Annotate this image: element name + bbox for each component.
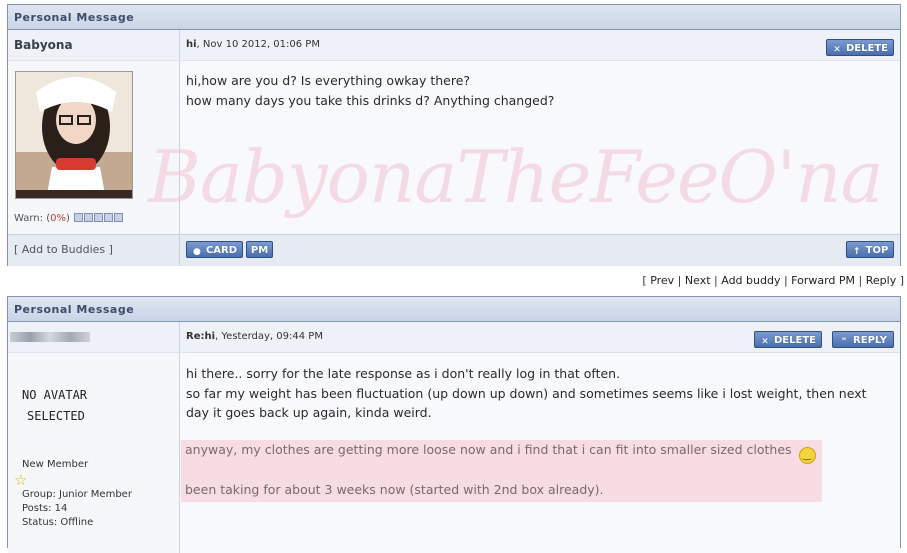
post-title: hi, Nov 10 2012, 01:06 PM — [186, 39, 320, 50]
quote-icon: " — [841, 337, 847, 347]
username[interactable]: Babyona — [14, 38, 73, 52]
warn-box — [104, 213, 114, 222]
delete-button[interactable]: ✕ DELETE — [754, 331, 822, 348]
avatar-image — [16, 72, 132, 198]
arrow-up-icon: ↑ — [852, 247, 861, 257]
pm-header: Personal Message — [8, 297, 900, 322]
blurred-username — [10, 332, 90, 342]
no-avatar-placeholder: NO AVATAR SELECTED — [22, 388, 88, 423]
post-title-row: Re:hi, Yesterday, 09:44 PM ✕ DELETE " REPL… — [8, 322, 900, 353]
user-cell — [8, 322, 180, 352]
avatar — [15, 71, 133, 199]
next-link[interactable]: Next — [685, 274, 711, 287]
warn-level: Warn: (0%) — [14, 213, 124, 224]
warn-box — [74, 213, 84, 222]
pm-header: Personal Message — [8, 5, 900, 30]
add-to-buddies-link[interactable]: [ Add to Buddies ] — [14, 243, 113, 256]
pm-navigation: [ Prev | Next | Add buddy | Forward PM |… — [642, 274, 904, 287]
reply-button[interactable]: " REPLY — [832, 331, 894, 348]
close-icon: ✕ — [833, 45, 841, 55]
member-rank: New Member — [22, 459, 89, 470]
pm-post-2: Personal Message Re:hi, Yesterday, 09:44… — [7, 296, 901, 553]
top-button[interactable]: ↑ TOP — [846, 241, 894, 258]
prev-link[interactable]: Prev — [650, 274, 674, 287]
message-text: hi there.. sorry for the late response a… — [186, 366, 867, 420]
smiley-icon: ‿ — [798, 447, 816, 464]
post-footer: [ Add to Buddies ] ● CARD PM ↑ TOP — [8, 234, 900, 266]
pm-post-1: Personal Message Babyona hi, Nov 10 2012… — [7, 4, 901, 266]
card-button[interactable]: ● CARD — [186, 241, 243, 258]
footer-left: [ Add to Buddies ] — [8, 235, 180, 266]
warn-box — [84, 213, 94, 222]
post-title: Re:hi, Yesterday, 09:44 PM — [186, 331, 323, 342]
quote-line-1: anyway, my clothes are getting more loos… — [185, 442, 816, 464]
user-icon: ● — [193, 247, 201, 257]
post-title-row: Babyona hi, Nov 10 2012, 01:06 PM ✕ DELET… — [8, 30, 900, 61]
user-cell: Babyona — [8, 30, 180, 60]
member-status: Status: Offline — [22, 517, 94, 528]
member-posts: Posts: 14 — [22, 503, 68, 514]
warn-box — [94, 213, 104, 222]
add-buddy-link[interactable]: Add buddy — [721, 274, 780, 287]
member-group: Group: Junior Member — [22, 489, 132, 500]
warn-box — [114, 213, 124, 222]
quote-line-2: been taking for about 3 weeks now (start… — [185, 482, 604, 497]
close-icon: ✕ — [761, 337, 769, 347]
delete-button[interactable]: ✕ DELETE — [826, 39, 894, 56]
pm-button[interactable]: PM — [246, 241, 273, 258]
star-icon: ☆ — [14, 471, 28, 489]
reply-link[interactable]: Reply — [866, 274, 896, 287]
forward-pm-link[interactable]: Forward PM — [791, 274, 855, 287]
message-text: hi,how are you d? Is everything owkay th… — [186, 73, 555, 108]
